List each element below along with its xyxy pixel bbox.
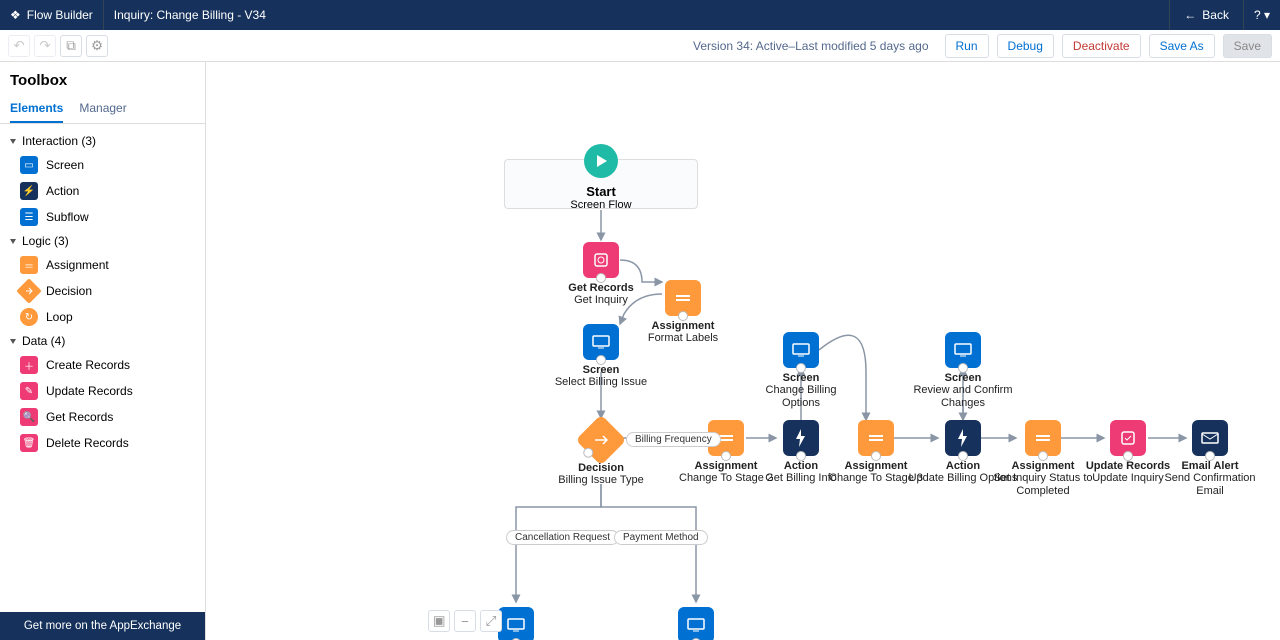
screen-icon [498,607,534,640]
tool-assignment[interactable]: ＝Assignment [18,252,201,278]
redo-button[interactable]: ↷ [34,35,56,57]
assignment-icon [665,280,701,316]
screen-icon [678,607,714,640]
version-text: Version 34: Active–Last modified 5 days … [693,39,928,53]
email-icon [1192,420,1228,456]
assignment-icon [858,420,894,456]
start-node-icon[interactable] [584,144,618,178]
save-button[interactable]: Save [1223,34,1272,58]
flow-icon: ❖ [10,8,21,22]
deactivate-button[interactable]: Deactivate [1062,34,1141,58]
start-subtitle: Screen Flow [505,199,697,211]
group-data[interactable]: Data (4) [8,330,201,352]
app-name: ❖ Flow Builder [0,0,104,30]
subflow-icon: ☰ [20,208,38,226]
tool-action[interactable]: ⚡Action [18,178,201,204]
assignment-icon [1025,420,1061,456]
run-button[interactable]: Run [945,34,989,58]
tab-elements[interactable]: Elements [10,95,63,123]
tool-create-records[interactable]: ＋Create Records [18,352,201,378]
screen-icon: ▭ [20,156,38,174]
tool-update-records[interactable]: ✎Update Records [18,378,201,404]
loop-icon: ↻ [20,308,38,326]
undo-button[interactable]: ↶ [8,35,30,57]
fit-button[interactable]: ▣ [428,610,450,632]
appexchange-link[interactable]: Get more on the AppExchange [0,612,205,640]
toolbox-heading: Toolbox [0,62,205,95]
start-title: Start [505,184,697,199]
node-email-alert[interactable]: Email Alert Send Confirmation Email [1155,420,1265,497]
zoom-out-button[interactable]: − [454,610,476,632]
decision-label-payment-method: Payment Method [614,530,708,545]
action-icon [945,420,981,456]
tool-decision[interactable]: Decision [18,278,201,304]
decision-icon [576,415,627,466]
group-logic[interactable]: Logic (3) [8,230,201,252]
assignment-icon: ＝ [20,256,38,274]
tool-delete-records[interactable]: 🗑Delete Records [18,430,201,456]
arrow-left-icon: ← [1184,8,1196,22]
get-records-icon: 🔍 [20,408,38,426]
tool-get-records[interactable]: 🔍Get Records [18,404,201,430]
delete-records-icon: 🗑 [20,434,38,452]
screen-icon [783,332,819,368]
screen-icon [945,332,981,368]
tool-screen[interactable]: ▭Screen [18,152,201,178]
settings-icon-button[interactable]: ⚙ [86,35,108,57]
copy-button[interactable]: ⧉ [60,35,82,57]
group-interaction[interactable]: Interaction (3) [8,130,201,152]
tab-manager[interactable]: Manager [79,95,126,123]
action-icon: ⚡ [20,182,38,200]
toolbox-sidebar: Toolbox Elements Manager Interaction (3)… [0,62,206,640]
action-icon [783,420,819,456]
get-records-icon [583,242,619,278]
chevron-down-icon [10,239,16,244]
decision-icon [16,278,41,303]
node-select-billing-issue[interactable]: Screen Select Billing Issue [546,324,656,389]
node-review-confirm[interactable]: Screen Review and Confirm Changes [908,332,1018,409]
decision-label-billing-frequency: Billing Frequency [626,432,721,447]
debug-button[interactable]: Debug [997,34,1054,58]
tool-loop[interactable]: ↻Loop [18,304,201,330]
node-change-payment-method[interactable]: Screen Change Payment Method [641,607,751,640]
decision-label-cancellation: Cancellation Request [506,530,619,545]
chevron-down-icon [10,139,16,144]
create-records-icon: ＋ [20,356,38,374]
save-as-button[interactable]: Save As [1149,34,1215,58]
flow-canvas[interactable]: Start Screen Flow Get Records Get Inquir… [206,62,1280,640]
expand-button[interactable]: ⤢ [480,610,502,632]
screen-icon [583,324,619,360]
help-button[interactable]: ? ▾ [1243,0,1280,30]
chevron-down-icon [10,339,16,344]
node-change-billing-options[interactable]: Screen Change Billing Options [746,332,856,409]
back-button[interactable]: ← Back [1169,0,1243,30]
update-records-icon: ✎ [20,382,38,400]
tool-subflow[interactable]: ☰Subflow [18,204,201,230]
flow-title: Inquiry: Change Billing - V34 [104,8,276,22]
update-records-icon [1110,420,1146,456]
